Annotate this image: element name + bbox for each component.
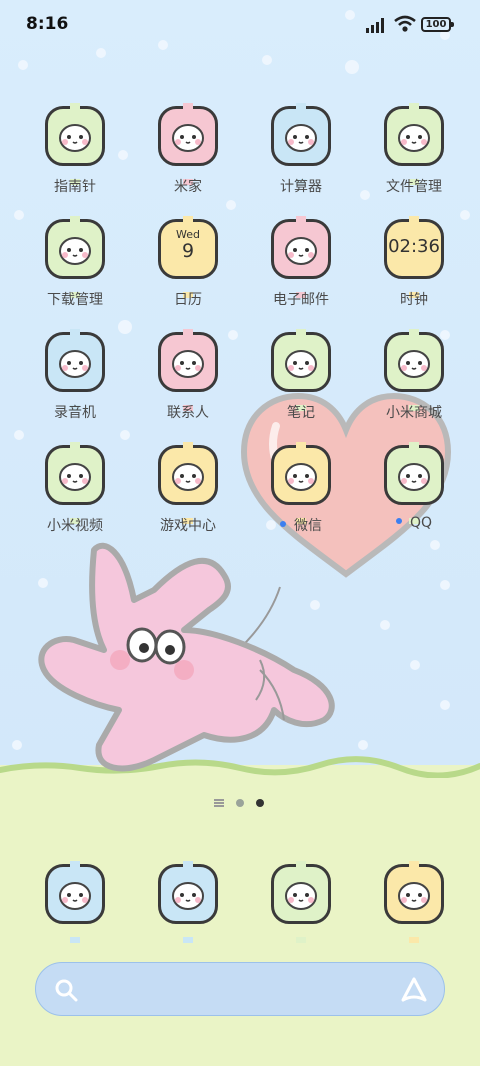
app-email[interactable]: 电子邮件 [246, 216, 356, 319]
compass-icon [45, 103, 105, 185]
app-label: 联系人 [133, 402, 243, 422]
app-label: 下载管理 [20, 289, 130, 309]
app-contacts[interactable]: 联系人 [133, 329, 243, 432]
app-mi-store[interactable]: 小米商城 [359, 329, 469, 432]
download-icon [45, 216, 105, 298]
app-mi-video[interactable]: 小米视频 [20, 442, 130, 545]
clock-icon: 02:36 [384, 216, 444, 298]
app-label-text: 游戏中心 [160, 518, 216, 534]
app-file-manager[interactable]: 文件管理 [359, 103, 469, 206]
mi-store-icon [384, 329, 444, 411]
app-label: 日历 [133, 289, 243, 309]
battery-icon: 100 [421, 17, 454, 32]
messages-icon [158, 861, 218, 943]
app-label-text: 计算器 [280, 179, 322, 195]
menu-lines-icon [214, 799, 224, 807]
page-indicator[interactable] [210, 797, 270, 809]
app-label: QQ [359, 515, 469, 531]
app-label-text: QQ [409, 515, 433, 531]
app-label-text: 文件管理 [386, 179, 442, 195]
qq-icon [384, 442, 444, 524]
app-label: 计算器 [246, 176, 356, 196]
app-label-text: 电子邮件 [273, 292, 329, 308]
calendar-day: 9 [181, 240, 195, 262]
app-label-text: 小米视频 [47, 518, 103, 534]
app-label-text: 微信 [294, 518, 322, 534]
app-label: 微信 [246, 515, 356, 535]
app-label: 文件管理 [359, 176, 469, 196]
app-clock[interactable]: 02:36 时钟 [359, 216, 469, 319]
app-wechat[interactable]: 微信 [246, 442, 356, 545]
app-label: 小米商城 [359, 402, 469, 422]
email-icon [271, 216, 331, 298]
calendar-icon: Wed 9 [158, 216, 218, 298]
ai-assistant-icon[interactable] [400, 976, 428, 1004]
calculator-icon [271, 103, 331, 185]
new-notification-dot [395, 518, 402, 524]
status-bar: 8:16 100 [0, 0, 480, 50]
app-label-text: 指南针 [54, 179, 96, 195]
calendar-date: Wed 9 [161, 228, 215, 261]
app-label: 电子邮件 [246, 289, 356, 309]
recorder-icon [45, 329, 105, 411]
dock-messages[interactable] [133, 861, 243, 964]
app-label-text: 日历 [174, 292, 202, 308]
phone-icon [45, 861, 105, 943]
app-game-center[interactable]: 游戏中心 [133, 442, 243, 545]
app-mijia[interactable]: 米家 [133, 103, 243, 206]
search-bar[interactable] [35, 962, 445, 1016]
page-dot-2 [256, 799, 264, 807]
app-label: 时钟 [359, 289, 469, 309]
app-qq[interactable]: QQ [359, 442, 469, 545]
app-label: 米家 [133, 176, 243, 196]
app-label-text: 笔记 [287, 405, 315, 421]
clock-time: 02:36 [388, 236, 440, 257]
app-label-text: 时钟 [400, 292, 428, 308]
app-compass[interactable]: 指南针 [20, 103, 130, 206]
file-manager-icon [384, 103, 444, 185]
app-recorder[interactable]: 录音机 [20, 329, 130, 432]
app-label-text: 录音机 [54, 405, 96, 421]
mijia-icon [158, 103, 218, 185]
dock-camera[interactable] [359, 861, 469, 964]
app-label-text: 小米商城 [386, 405, 442, 421]
mi-video-icon [45, 442, 105, 524]
notes-icon [271, 329, 331, 411]
app-label-text: 米家 [174, 179, 202, 195]
app-label: 指南针 [20, 176, 130, 196]
app-label: 小米视频 [20, 515, 130, 535]
dock-phone[interactable] [20, 861, 130, 964]
app-calendar[interactable]: Wed 9 日历 [133, 216, 243, 319]
search-icon [55, 979, 78, 1002]
camera-icon [384, 861, 444, 943]
app-label-text: 联系人 [167, 405, 209, 421]
wechat-icon [271, 442, 331, 524]
page-dot-1 [236, 799, 244, 807]
bunny-illustration [38, 542, 335, 772]
contacts-icon [158, 329, 218, 411]
game-center-icon [158, 442, 218, 524]
app-label: 笔记 [246, 402, 356, 422]
dock-browser[interactable] [246, 861, 356, 964]
app-label-text: 下载管理 [47, 292, 103, 308]
battery-level: 100 [425, 19, 447, 30]
new-notification-dot [280, 521, 286, 527]
app-label: 录音机 [20, 402, 130, 422]
wifi-icon [394, 15, 416, 32]
app-calculator[interactable]: 计算器 [246, 103, 356, 206]
app-download[interactable]: 下载管理 [20, 216, 130, 319]
app-label: 游戏中心 [133, 515, 243, 535]
browser-icon [271, 861, 331, 943]
signal-icon [366, 18, 384, 33]
app-notes[interactable]: 笔记 [246, 329, 356, 432]
status-time: 8:16 [26, 14, 69, 34]
